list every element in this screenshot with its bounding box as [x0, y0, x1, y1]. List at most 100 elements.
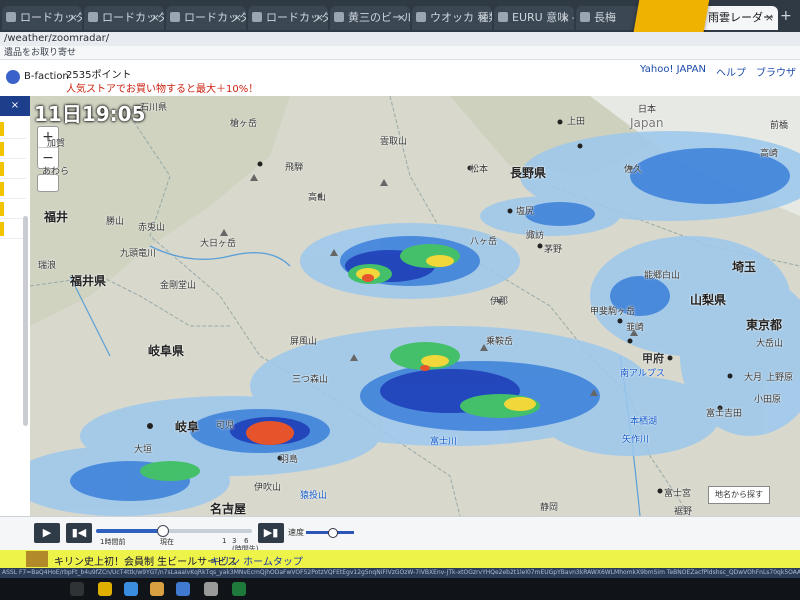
tab-label: 長梅	[594, 11, 616, 24]
address-bar[interactable]: /weather/zoomradar/	[0, 32, 800, 46]
prev-frame-button[interactable]: ▮◀	[66, 523, 92, 543]
next-frame-button[interactable]: ▶▮	[258, 523, 284, 543]
sidebar-item[interactable]	[0, 120, 26, 139]
promo-text[interactable]: 人気ストアでお買い物すると最大＋10%！	[66, 80, 258, 95]
site-name[interactable]: B-faction	[24, 71, 69, 82]
status-url: ASSL F7=BaQ4HoE/rbpFt_b4u9fZCn/UcT4ttk/w…	[0, 568, 800, 578]
close-icon[interactable]: ×	[69, 6, 78, 30]
left-sidebar: ×	[0, 96, 31, 516]
tab-roadcutter-3[interactable]: ロードカッター - Go×	[166, 6, 246, 30]
bookmark-bar: 遺品をお取り寄せ	[0, 46, 800, 60]
map-label: 埼玉	[732, 260, 757, 274]
map-label: 佐久	[624, 165, 643, 175]
app-icon[interactable]	[204, 582, 218, 596]
radar-time: 11日19:05	[34, 102, 146, 126]
play-button[interactable]: ▶	[34, 523, 60, 543]
chrome-icon[interactable]	[124, 582, 138, 596]
tab-euru[interactable]: EURU 意味 - G×	[494, 6, 574, 30]
sidebar-scrollbar[interactable]	[23, 216, 28, 426]
page-icon	[88, 12, 98, 22]
map-label: 高崎	[760, 149, 779, 159]
map-label: 岐阜	[175, 420, 200, 434]
windows-start-icon[interactable]	[70, 582, 84, 596]
timeline-handle[interactable]	[156, 525, 169, 537]
page-icon	[252, 12, 262, 22]
tab-beer[interactable]: 黄三のビール - W×	[330, 6, 410, 30]
map-label: 加賀	[47, 139, 66, 149]
yahoo-japan-link[interactable]: Yahoo! JAPAN	[640, 64, 706, 79]
radar-map[interactable]: 11日19:05 + − 福井 福井県 岐阜県 長野県 山梨県 東京都 埼玉 石…	[30, 96, 800, 516]
app-icon[interactable]	[176, 582, 190, 596]
close-icon[interactable]: ×	[561, 6, 570, 30]
tab-vodka[interactable]: ウオッカ 種類 - G×	[412, 6, 492, 30]
close-icon[interactable]: ×	[479, 6, 488, 30]
tab-roadcutter-2[interactable]: ロードカッター 国×	[84, 6, 164, 30]
map-label: 岐阜県	[148, 344, 185, 358]
file-explorer-icon[interactable]	[98, 582, 112, 596]
sidebar-item[interactable]	[0, 160, 26, 179]
map-label: 猿投山	[300, 491, 328, 501]
ad-banner[interactable]: キリン史上初！会員制 生ビールサービス キリン ホームタップ	[0, 550, 800, 568]
sidebar-item[interactable]	[0, 180, 26, 199]
map-label: 本栖湖	[630, 417, 658, 427]
map-label: Japan	[630, 116, 664, 130]
map-label: 勝山	[106, 217, 125, 227]
new-tab-button[interactable]: +	[780, 8, 792, 24]
ad-subtext[interactable]: キリン ホームタップ	[210, 553, 303, 568]
points-balance[interactable]: 2535ポイント	[66, 66, 131, 81]
address-text: /weather/zoomradar/	[4, 33, 110, 44]
map-label: 上野原	[766, 373, 794, 383]
map-label: 石川県	[140, 103, 168, 113]
map-label: 大岳山	[756, 339, 784, 349]
map-label: 矢作川	[622, 435, 650, 445]
map-label: 能郷白山	[644, 271, 681, 281]
app-icon[interactable]	[150, 582, 164, 596]
close-icon[interactable]: ×	[397, 6, 406, 30]
map-label: 小田原	[754, 395, 782, 405]
map-label: 塩尻	[516, 207, 535, 217]
map-label: 上田	[567, 117, 586, 127]
map-label: 八ヶ岳	[470, 237, 498, 247]
map-label: 福井	[44, 210, 69, 224]
map-label: 富士宮	[664, 489, 692, 499]
map-label: 九頭竜川	[120, 249, 157, 259]
google-icon	[416, 12, 426, 22]
google-icon	[498, 12, 508, 22]
wikipedia-icon	[334, 12, 344, 22]
tab-roadcutter-1[interactable]: ロードカッター - Go×	[2, 6, 82, 30]
place-search-button[interactable]: 地名から探す	[708, 486, 770, 504]
tab-roadcutter-4[interactable]: ロードカッター 効果×	[248, 6, 328, 30]
close-icon[interactable]: ×	[765, 6, 774, 30]
radar-playbar: ▶ ▮◀ 1時間前 現在 1 3 6 (時間先) ▶▮ 速度	[0, 516, 800, 553]
map-label: 諏訪	[526, 231, 545, 241]
tick-label: 現在	[160, 538, 174, 546]
map-label: 乗鞍岳	[486, 337, 514, 347]
speed-slider[interactable]	[306, 528, 354, 538]
map-label: 三つ森山	[292, 375, 329, 385]
sidebar-item[interactable]	[0, 200, 26, 219]
map-label: 静岡	[540, 503, 559, 513]
map-label: 前橋	[770, 121, 789, 131]
timeline-slider[interactable]	[96, 525, 252, 537]
ad-image	[26, 551, 48, 567]
bookmark-item[interactable]: 遺品をお取り寄せ	[4, 48, 76, 58]
help-link[interactable]: ヘルプ	[716, 64, 746, 79]
excel-icon[interactable]	[232, 582, 246, 596]
close-icon[interactable]: ×	[315, 6, 324, 30]
speed-handle[interactable]	[328, 528, 339, 538]
close-icon[interactable]: ×	[233, 6, 242, 30]
map-label: 甲府	[642, 352, 664, 365]
map-label: 茅野	[544, 245, 563, 255]
map-label: 屏風山	[290, 337, 318, 347]
close-icon[interactable]: ×	[151, 6, 160, 30]
google-icon	[6, 12, 16, 22]
tick-label: 1時間前	[100, 538, 126, 546]
browser-link[interactable]: ブラウザ	[756, 64, 796, 79]
sidebar-item[interactable]	[0, 140, 26, 159]
collapse-sidebar-button[interactable]: ×	[0, 96, 30, 116]
map-label: 羽島	[280, 455, 299, 465]
map-label: 赤兎山	[138, 223, 166, 233]
site-logo-icon[interactable]	[6, 70, 20, 84]
map-label: 長野県	[510, 166, 547, 180]
timeline-fill	[96, 529, 162, 533]
